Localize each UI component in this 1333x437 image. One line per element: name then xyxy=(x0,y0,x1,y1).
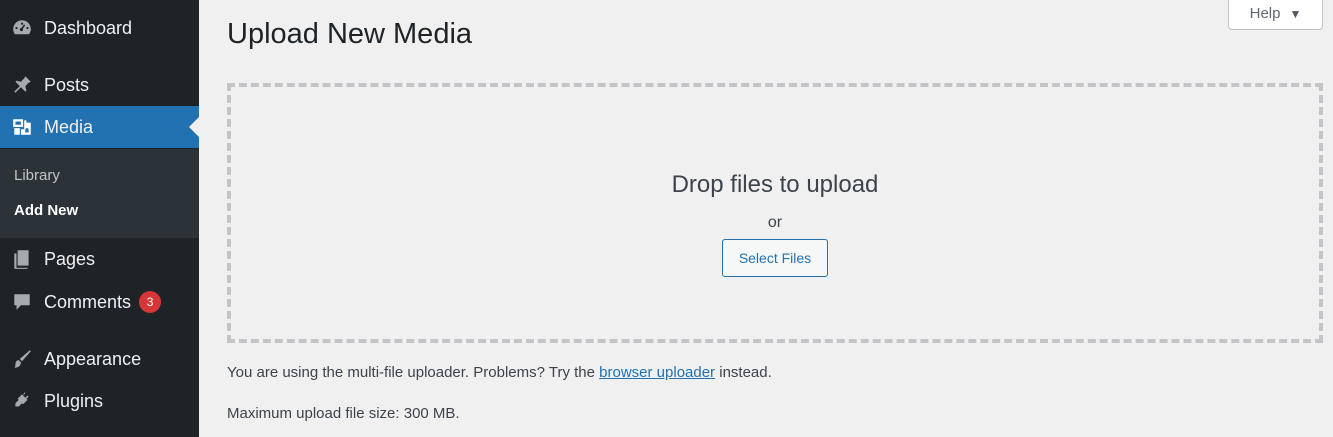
uploader-info: You are using the multi-file uploader. P… xyxy=(227,364,772,381)
media-icon xyxy=(10,115,34,139)
drop-files-text: Drop files to upload xyxy=(671,171,879,198)
help-label: Help xyxy=(1249,5,1281,22)
max-upload-size: Maximum upload file size: 300 MB. xyxy=(227,405,460,422)
menu-label-comments: Comments xyxy=(44,291,132,312)
menu-item-dashboard[interactable]: Dashboard xyxy=(0,7,199,49)
dashboard-icon xyxy=(10,16,34,40)
browser-uploader-link[interactable]: browser uploader xyxy=(599,364,715,381)
pin-icon xyxy=(10,73,34,97)
page-title: Upload New Media xyxy=(227,18,473,50)
submenu-item-add-new[interactable]: Add New xyxy=(14,202,78,219)
comment-icon xyxy=(10,290,34,314)
pages-icon xyxy=(10,247,34,271)
file-drop-zone[interactable]: Drop files to upload or Select Files xyxy=(227,83,1323,343)
media-submenu: Library Add New xyxy=(0,149,199,238)
menu-item-appearance[interactable]: Appearance xyxy=(0,338,199,380)
help-button[interactable]: Help ▼ xyxy=(1228,0,1323,30)
admin-sidebar: Dashboard Posts Media Library Add New Pa… xyxy=(0,0,199,437)
menu-item-media[interactable]: Media xyxy=(0,106,199,148)
menu-label-posts: Posts xyxy=(44,74,90,95)
menu-label-media: Media xyxy=(44,116,94,137)
caret-down-icon: ▼ xyxy=(1289,6,1302,21)
uploader-info-prefix: You are using the multi-file uploader. P… xyxy=(227,364,595,381)
menu-item-plugins[interactable]: Plugins xyxy=(0,380,199,422)
menu-label-dashboard: Dashboard xyxy=(44,17,133,38)
comments-count-badge: 3 xyxy=(139,291,162,313)
submenu-item-library[interactable]: Library xyxy=(14,167,60,184)
menu-item-comments[interactable]: Comments 3 xyxy=(0,281,199,323)
menu-item-posts[interactable]: Posts xyxy=(0,64,199,106)
plug-icon xyxy=(10,389,34,413)
select-files-button[interactable]: Select Files xyxy=(722,239,828,277)
menu-item-pages[interactable]: Pages xyxy=(0,238,199,280)
uploader-info-suffix: instead. xyxy=(719,364,772,381)
or-text: or xyxy=(767,214,783,231)
menu-label-plugins: Plugins xyxy=(44,390,104,411)
menu-label-pages: Pages xyxy=(44,248,96,269)
menu-label-appearance: Appearance xyxy=(44,348,142,369)
brush-icon xyxy=(10,347,34,371)
